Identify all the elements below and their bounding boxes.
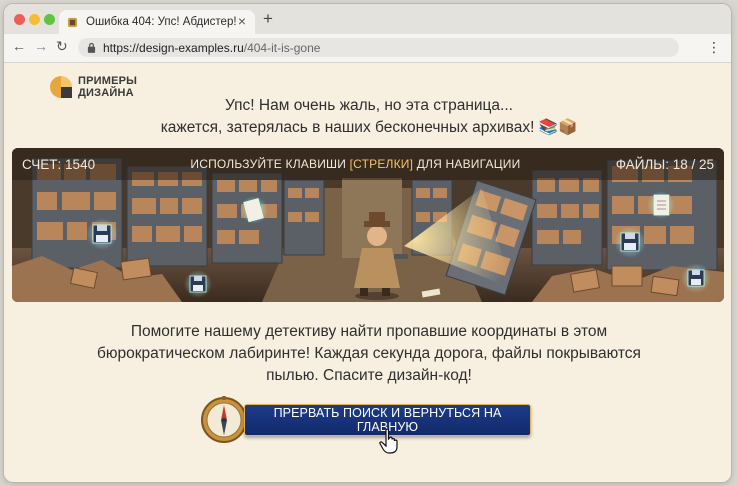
lock-icon bbox=[87, 42, 96, 53]
headline-line-1: Упс! Нам очень жаль, но эта страница... bbox=[225, 97, 513, 114]
return-home-cta: ПРЕРВАТЬ ПОИСК И ВЕРНУТЬСЯ НА ГЛАВНУЮ bbox=[200, 396, 535, 454]
document-icon bbox=[647, 191, 675, 219]
logo-line-1: ПРИМЕРЫ bbox=[78, 75, 138, 87]
floppy-disk-icon bbox=[614, 226, 646, 258]
logo-text: ПРИМЕРЫ ДИЗАЙНА bbox=[78, 75, 137, 99]
hint-key: [СТРЕЛКИ] bbox=[349, 157, 414, 171]
hint-before: ИСПОЛЬЗУЙТЕ КЛАВИШИ bbox=[190, 157, 350, 171]
new-tab-button[interactable]: + bbox=[263, 9, 273, 29]
controls-hint: ИСПОЛЬЗУЙТЕ КЛАВИШИ [СТРЕЛКИ] ДЛЯ НАВИГА… bbox=[190, 157, 520, 171]
close-window-button[interactable] bbox=[14, 14, 25, 25]
floppy-disk-icon bbox=[86, 218, 118, 250]
site-logo[interactable]: ПРИМЕРЫ ДИЗАЙНА bbox=[48, 74, 137, 100]
game-hud: СЧЕТ: 1540 ИСПОЛЬЗУЙТЕ КЛАВИШИ [СТРЕЛКИ]… bbox=[12, 148, 724, 180]
floppy-disk-icon bbox=[681, 263, 711, 293]
logo-mark-icon bbox=[50, 76, 72, 98]
logo-line-2: ДИЗАЙНА bbox=[78, 87, 134, 99]
compass-icon bbox=[201, 396, 247, 443]
score-counter: СЧЕТ: 1540 bbox=[22, 156, 96, 172]
browser-menu-button[interactable]: ⋮ bbox=[707, 39, 721, 56]
tab-strip: Ошибка 404: Упс! Абдистер! × + bbox=[4, 4, 731, 34]
maximize-window-button[interactable] bbox=[44, 14, 55, 25]
forward-button[interactable]: → bbox=[34, 38, 48, 54]
url-text: https://design-examples.ru/404-it-is-gon… bbox=[103, 41, 320, 55]
tab-title: Ошибка 404: Упс! Абдистер! bbox=[86, 16, 237, 28]
favicon-icon bbox=[67, 17, 78, 27]
instruction-text: Помогите нашему детективу найти пропавши… bbox=[97, 323, 641, 384]
url-domain: https://design-examples.ru bbox=[103, 40, 244, 55]
floppy-disk-icon bbox=[184, 270, 212, 298]
headline-line-2: кажется, затерялась в наших бесконечных … bbox=[160, 119, 578, 136]
back-button[interactable]: ← bbox=[12, 38, 26, 54]
tab-active[interactable]: Ошибка 404: Упс! Абдистер! × bbox=[59, 10, 255, 34]
files-counter: ФАЙЛЫ: 18 / 25 bbox=[615, 156, 714, 172]
hint-after: ДЛЯ НАВИГАЦИИ bbox=[413, 157, 521, 171]
address-toolbar: ← → ↻ https://design-examples.ru/404-it-… bbox=[4, 34, 731, 63]
minimize-window-button[interactable] bbox=[29, 14, 40, 25]
game-scene[interactable]: СЧЕТ: 1540 ИСПОЛЬЗУЙТЕ КЛАВИШИ [СТРЕЛКИ]… bbox=[12, 148, 724, 302]
reload-button[interactable]: ↻ bbox=[56, 38, 68, 55]
browser-window: Ошибка 404: Упс! Абдистер! × + ← → ↻ htt… bbox=[4, 4, 731, 482]
pointer-hand-icon bbox=[379, 428, 398, 454]
tab-close-icon[interactable]: × bbox=[238, 13, 246, 29]
page-headline: Упс! Нам очень жаль, но эта страница... … bbox=[134, 95, 604, 139]
url-path: /404-it-is-gone bbox=[243, 40, 321, 55]
address-bar[interactable]: https://design-examples.ru/404-it-is-gon… bbox=[78, 38, 679, 57]
document-icon bbox=[240, 196, 268, 224]
